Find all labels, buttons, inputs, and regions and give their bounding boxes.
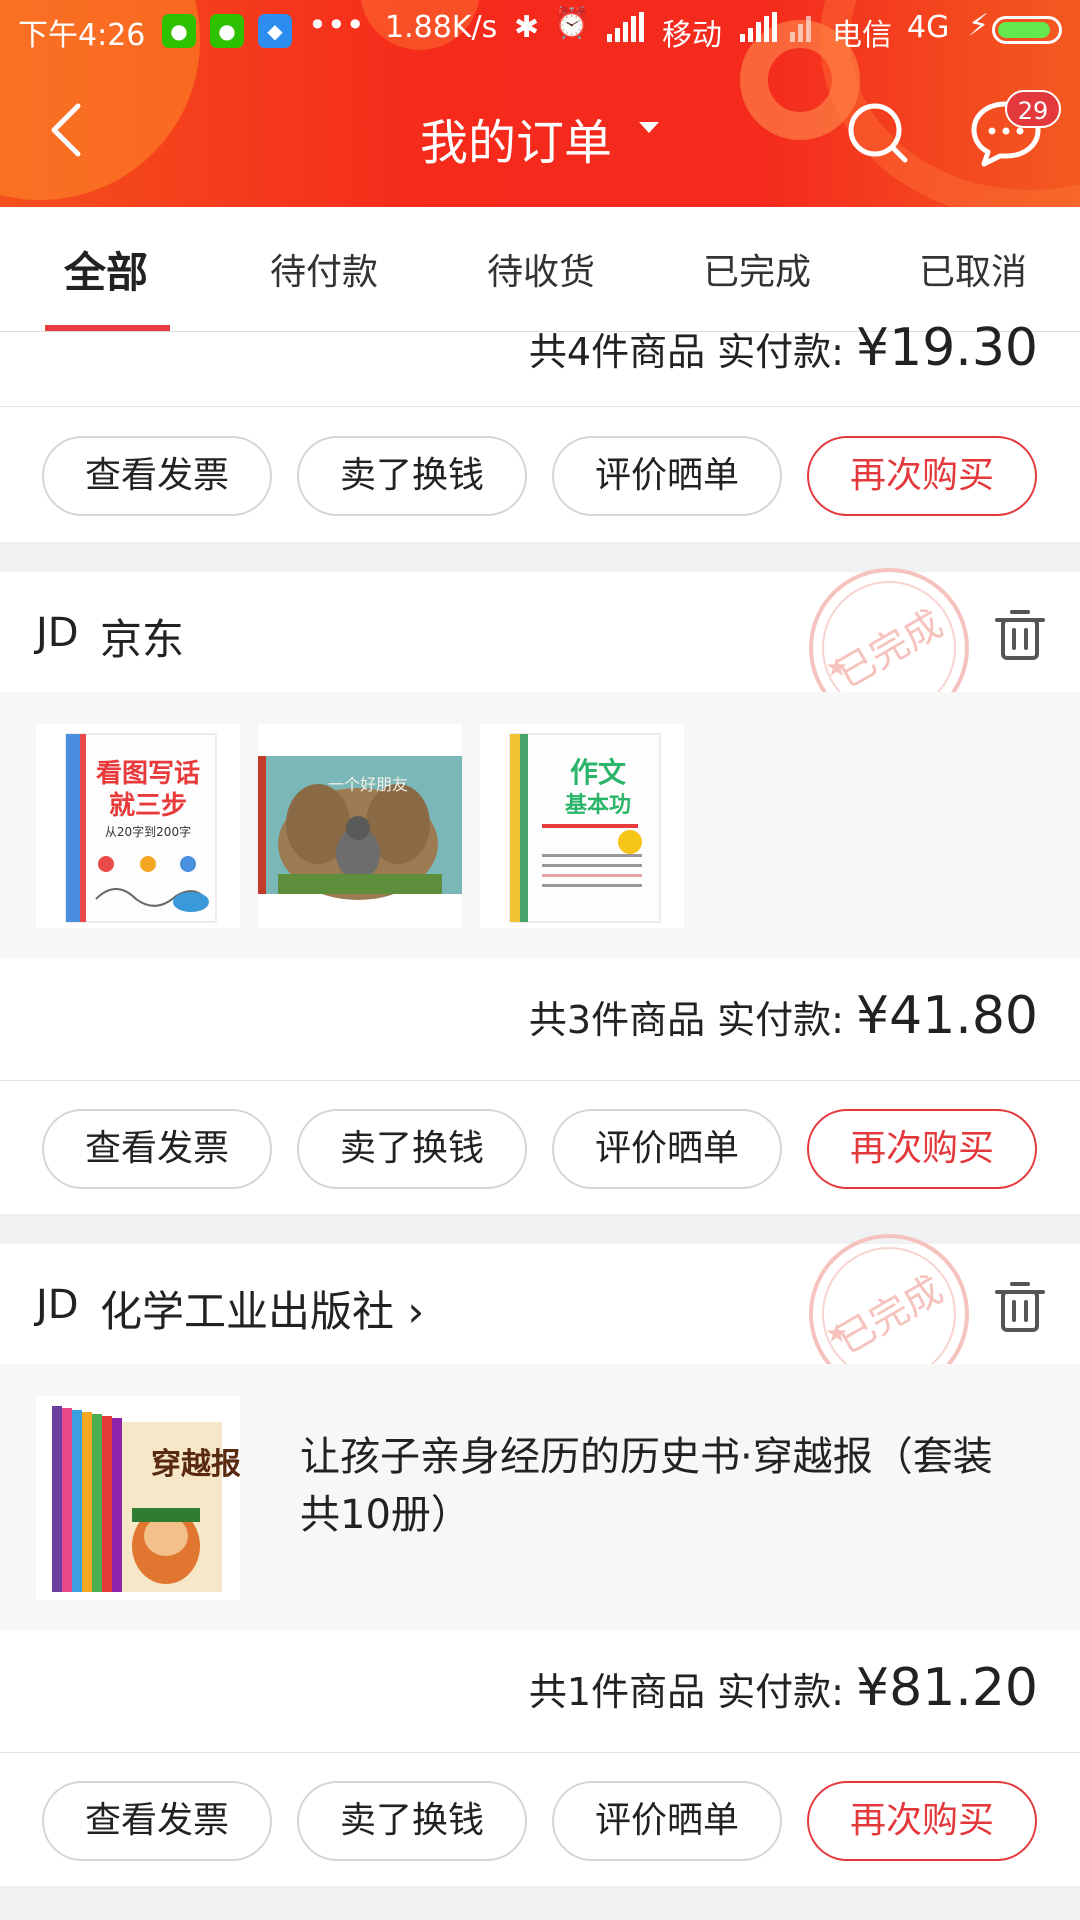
page-title[interactable]: 我的订单: [420, 103, 612, 173]
view-invoice-button[interactable]: 查看发票: [42, 1109, 272, 1189]
wechat-icon: ●: [210, 14, 244, 48]
status-time: 下午4:26: [18, 18, 146, 53]
svg-text:作文: 作文: [570, 756, 626, 789]
product-list[interactable]: 看图写话 就三步 从20字到200字 一个好朋友 作文 基本功: [0, 692, 1080, 958]
order-tabs: 全部 待付款 待收货 已完成 已取消: [0, 207, 1080, 332]
buy-again-button[interactable]: 再次购买: [807, 1781, 1037, 1861]
app-header: 下午4:26 ● ● ◆ ••• 1.88K/s ✱ ⏰ 移动 电信 4G ⚡ …: [0, 0, 1080, 207]
book-cover-image: 看图写话 就三步 从20字到200字: [65, 733, 217, 923]
svg-text:基本功: 基本功: [565, 793, 631, 818]
shop-header[interactable]: JD 京东 已完成 ★: [0, 568, 1080, 728]
app-notification-icon: ◆: [258, 14, 292, 48]
product-item[interactable]: 穿越报 让孩子亲身经历的历史书·穿越报（套装共10册）: [0, 1364, 1080, 1630]
item-count-label: 共3件商品 实付款:: [528, 998, 844, 1042]
trash-icon[interactable]: [995, 608, 1045, 662]
svg-text:从20字到200字: 从20字到200字: [105, 824, 191, 839]
order-summary: 共4件商品 实付款: ¥19.30: [529, 318, 1038, 378]
signal-weak-icon: [790, 12, 824, 50]
order-amount: ¥41.80: [856, 986, 1038, 1046]
svg-text:★: ★: [825, 1319, 848, 1349]
review-button[interactable]: 评价晒单: [552, 1781, 782, 1861]
shop-header[interactable]: JD 化学工业出版社 › 已完成 ★: [0, 1234, 1080, 1394]
signal-icon: [607, 12, 647, 50]
order-card-partial: 共4件商品 实付款: ¥19.30 查看发票 卖了换钱 评价晒单 再次购买: [0, 318, 1080, 542]
battery-level: [998, 22, 1050, 38]
jd-logo: JD: [36, 1282, 79, 1328]
network-speed: 1.88K/s: [385, 10, 498, 45]
bluetooth-icon: ✱: [514, 10, 540, 45]
svg-text:就三步: 就三步: [109, 790, 187, 821]
tab-pending-receipt[interactable]: 待收货: [487, 243, 595, 295]
carrier-name: 电信: [832, 18, 892, 53]
svg-text:一个好朋友: 一个好朋友: [328, 775, 408, 794]
order-summary: 共1件商品 实付款: ¥81.20: [529, 1658, 1038, 1718]
status-bar: 下午4:26 ● ● ◆ ••• 1.88K/s ✱ ⏰ 移动 电信 4G ⚡: [0, 0, 1080, 60]
shop-name: 化学工业出版社 ›: [100, 1287, 425, 1336]
svg-text:看图写话: 看图写话: [96, 759, 200, 789]
item-count-label: 共4件商品 实付款:: [528, 330, 844, 374]
chevron-down-icon[interactable]: [639, 122, 659, 133]
divider: [0, 406, 1080, 407]
book-cover-image: 作文 基本功: [509, 733, 661, 923]
divider: [0, 1752, 1080, 1753]
product-title[interactable]: 让孩子亲身经历的历史书·穿越报（套装共10册）: [300, 1428, 1020, 1544]
sell-for-cash-button[interactable]: 卖了换钱: [297, 1109, 527, 1189]
carrier-name: 移动: [662, 18, 722, 53]
alarm-icon: ⏰: [553, 6, 591, 41]
divider: [0, 1080, 1080, 1081]
sell-for-cash-button[interactable]: 卖了换钱: [297, 1781, 527, 1861]
buy-again-button[interactable]: 再次购买: [807, 436, 1037, 516]
product-thumbnail[interactable]: 穿越报: [36, 1396, 240, 1600]
charging-icon: ⚡: [968, 8, 990, 43]
review-button[interactable]: 评价晒单: [552, 1109, 782, 1189]
tab-completed[interactable]: 已完成: [703, 243, 811, 295]
order-summary: 共3件商品 实付款: ¥41.80: [529, 986, 1038, 1046]
order-footer: 共1件商品 实付款: ¥81.20 查看发票 卖了换钱 评价晒单 再次购买: [0, 1630, 1080, 1886]
back-icon[interactable]: [40, 100, 100, 160]
product-thumbnail[interactable]: 一个好朋友: [258, 724, 462, 928]
shop-name: 京东: [100, 615, 185, 664]
message-badge: 29: [1005, 90, 1061, 128]
jd-logo: JD: [36, 610, 79, 656]
tab-cancelled[interactable]: 已取消: [919, 243, 1027, 295]
chevron-right-icon: ›: [407, 1287, 425, 1336]
wechat-icon: ●: [162, 14, 196, 48]
trash-icon[interactable]: [995, 1280, 1045, 1334]
item-count-label: 共1件商品 实付款:: [528, 1670, 844, 1714]
sell-for-cash-button[interactable]: 卖了换钱: [297, 436, 527, 516]
active-tab-indicator: [45, 325, 170, 331]
view-invoice-button[interactable]: 查看发票: [42, 1781, 272, 1861]
product-thumbnail[interactable]: 作文 基本功: [480, 724, 684, 928]
network-type: 4G: [907, 10, 950, 45]
svg-text:穿越报: 穿越报: [151, 1447, 240, 1482]
battery-icon: [992, 16, 1062, 44]
search-icon[interactable]: [845, 100, 911, 166]
signal-icon: [740, 12, 780, 50]
order-footer: 共3件商品 实付款: ¥41.80 查看发票 卖了换钱 评价晒单 再次购买: [0, 958, 1080, 1214]
product-thumbnail[interactable]: 看图写话 就三步 从20字到200字: [36, 724, 240, 928]
section-gap: [0, 1886, 1080, 1920]
order-amount: ¥81.20: [856, 1658, 1038, 1718]
more-notifications-icon: •••: [308, 6, 365, 44]
buy-again-button[interactable]: 再次购买: [807, 1109, 1037, 1189]
order-amount: ¥19.30: [856, 318, 1038, 378]
tab-pending-payment[interactable]: 待付款: [270, 243, 378, 295]
svg-text:★: ★: [825, 653, 848, 683]
book-cover-image: 穿越报: [52, 1406, 240, 1592]
view-invoice-button[interactable]: 查看发票: [42, 436, 272, 516]
tab-all[interactable]: 全部: [64, 239, 148, 300]
book-cover-image: 一个好朋友: [258, 756, 462, 900]
review-button[interactable]: 评价晒单: [552, 436, 782, 516]
